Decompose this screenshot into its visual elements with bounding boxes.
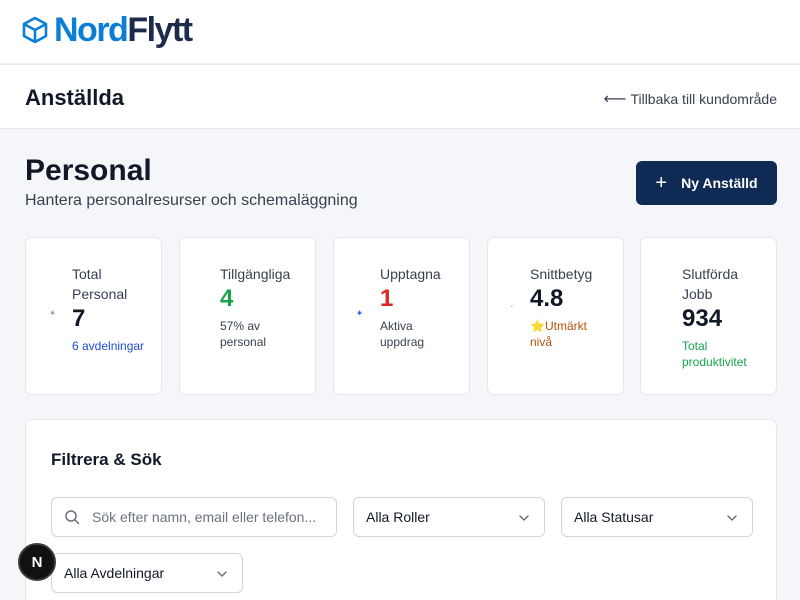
role-select[interactable]: Alla Roller (353, 497, 545, 537)
filter-card: Filtrera & Sök Alla Roller Alla Statusar… (25, 419, 777, 600)
stat-value: 7 (72, 305, 86, 332)
search-input[interactable] (92, 498, 332, 536)
arrow-left-icon: ⟵ (603, 91, 627, 108)
role-select-value: Alla Roller (366, 509, 430, 525)
page-title: Anställda (25, 85, 125, 110)
stat-value: 4.8 (530, 285, 564, 312)
department-select[interactable]: Alla Avdelningar (51, 553, 243, 593)
chevron-down-icon (727, 515, 737, 521)
stat-card-completed-jobs: Slutförda Jobb 934 Total produktivitet (640, 237, 777, 395)
activity-icon: ✱ (357, 311, 363, 317)
star-icon: • (511, 304, 513, 310)
brand-name: NordFlytt (54, 11, 193, 49)
stat-note: ⭐Utmärkt nivå (530, 319, 587, 349)
stat-label: Tillgängliga (220, 266, 291, 282)
department-select-value: Alla Avdelningar (64, 565, 165, 581)
users-icon: ✱ (50, 311, 56, 317)
stat-value: 934 (682, 305, 723, 332)
box-icon (22, 16, 48, 44)
chevron-down-icon (217, 571, 227, 577)
filter-title: Filtrera & Sök (51, 450, 162, 469)
search-field[interactable] (51, 497, 337, 537)
status-select[interactable]: Alla Statusar (561, 497, 753, 537)
stat-label: Upptagna (380, 266, 441, 282)
star-icon: ⭐ (530, 319, 545, 333)
back-to-customer-area-link[interactable]: ⟵ Tillbaka till kundområde (604, 89, 778, 109)
stat-note: Aktiva uppdrag (380, 319, 425, 349)
new-employee-button[interactable]: + Ny Anställd (636, 161, 777, 205)
section-subtitle: Hantera personalresurser och schemaläggn… (25, 192, 358, 209)
brand-logo[interactable]: NordFlytt (22, 11, 193, 49)
stat-card-total-staff: ✱ Total Personal 7 6 avdelningar (25, 237, 162, 395)
stat-card-average-rating: • Snittbetyg 4.8 ⭐Utmärkt nivå (487, 237, 624, 395)
stat-value: 1 (380, 285, 394, 312)
stat-label: Total Personal (72, 266, 128, 302)
stat-note: 57% av personal (220, 319, 267, 349)
stat-label: Snittbetyg (530, 266, 593, 282)
stat-note: Total produktivitet (682, 339, 747, 369)
stat-card-busy: ✱ Upptagna 1 Aktiva uppdrag (333, 237, 470, 395)
dev-tools-badge[interactable]: N (18, 543, 56, 581)
new-employee-label: Ny Anställd (681, 175, 758, 191)
status-select-value: Alla Statusar (574, 509, 654, 525)
section-title: Personal (25, 154, 152, 187)
stat-value: 4 (220, 285, 234, 312)
chevron-down-icon (519, 515, 529, 521)
stat-card-available: Tillgängliga 4 57% av personal (179, 237, 316, 395)
top-bar: NordFlytt (0, 0, 800, 64)
search-icon (65, 510, 80, 525)
stat-note: 6 avdelningar (72, 339, 145, 353)
stat-label: Slutförda Jobb (682, 266, 739, 302)
back-link-label: Tillbaka till kundområde (630, 91, 777, 107)
page-header: Anställda ⟵ Tillbaka till kundområde (0, 64, 800, 129)
plus-icon: + (655, 172, 668, 194)
